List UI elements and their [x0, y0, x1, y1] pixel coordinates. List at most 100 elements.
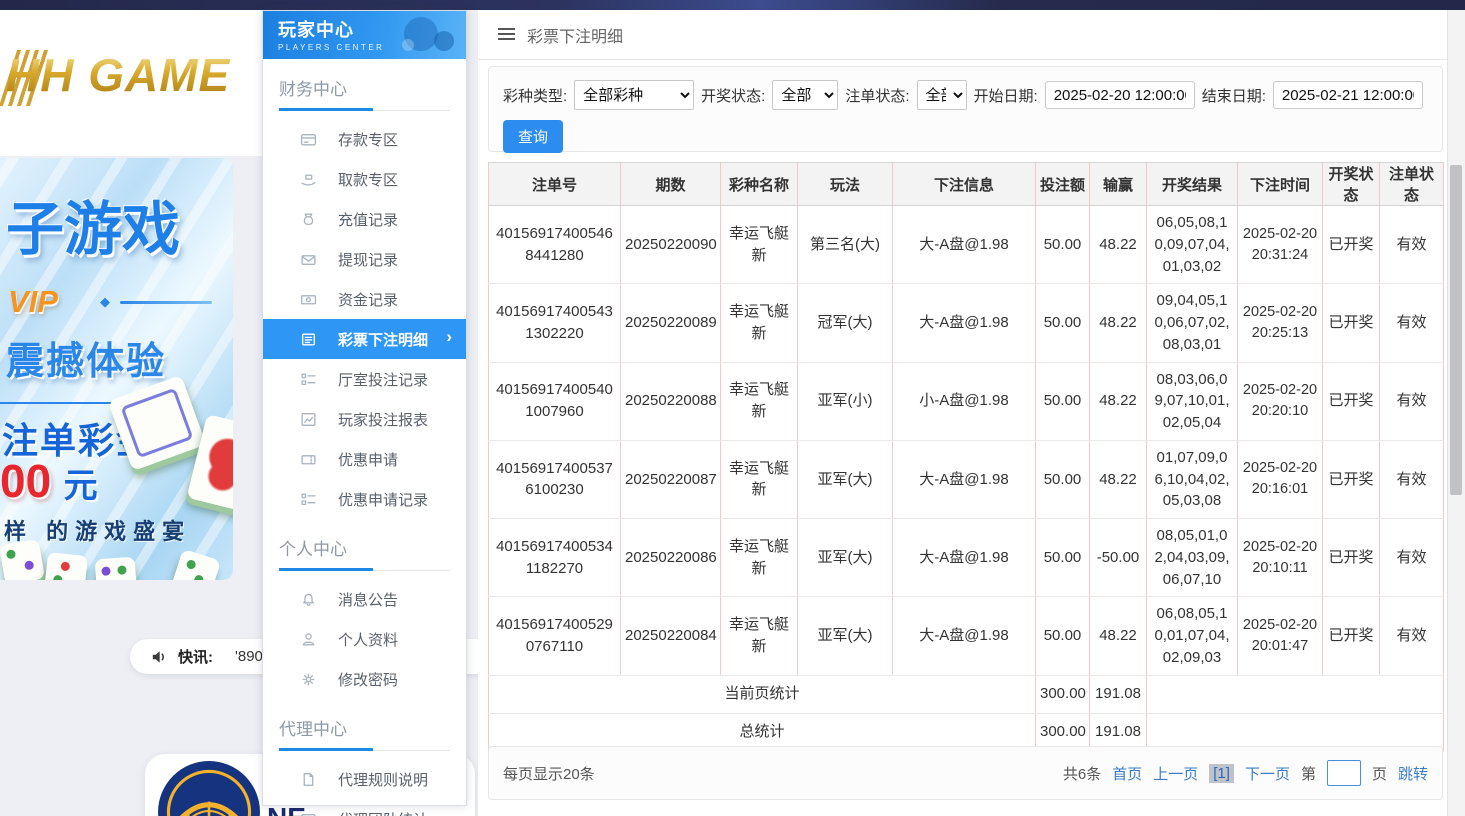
news-icon — [300, 811, 317, 816]
gear-icon — [300, 671, 317, 688]
cell-draw-status: 已开奖 — [1323, 519, 1380, 597]
sidebar-section-title: 个人中心 — [279, 535, 450, 560]
sidebar-item-messages[interactable]: 消息公告 — [263, 579, 466, 619]
table-row: 40156917400534118227020250220086幸运飞艇新亚军(… — [489, 519, 1444, 597]
brand-logo[interactable]: HH GAME — [6, 48, 230, 102]
col-header-play-type: 玩法 — [798, 163, 893, 206]
sidebar-item-funds-records[interactable]: 资金记录 — [263, 279, 466, 319]
cell-lottery-name: 幸运飞艇新 — [721, 284, 798, 362]
mahjong-tile-icon — [44, 552, 88, 580]
sidebar-item-recharge-records[interactable]: 充值记录 — [263, 199, 466, 239]
jump-prefix-label: 第 — [1301, 763, 1316, 784]
cell-bet-time: 2025-02-20 20:20:10 — [1238, 362, 1323, 440]
draw-status-select[interactable]: 全部 — [772, 80, 838, 110]
sidebar-item-promo-apply-records[interactable]: 优惠申请记录 — [263, 479, 466, 519]
banner-currency: 元 — [64, 467, 98, 505]
prev-page-link[interactable]: 上一页 — [1153, 763, 1198, 784]
cell-bet-time: 2025-02-20 20:25:13 — [1238, 284, 1323, 362]
mahjong-tile-icon — [95, 557, 138, 580]
chevron-right-icon: › — [446, 327, 452, 347]
moneybag-icon — [300, 211, 317, 228]
sidebar-item-label: 充值记录 — [338, 209, 398, 230]
jump-page-input[interactable] — [1327, 760, 1361, 786]
cell-order-id: 401569174005341182270 — [489, 519, 621, 597]
cell-order-id: 401569174005401007960 — [489, 362, 621, 440]
cell-win-loss: -50.00 — [1090, 519, 1147, 597]
order-status-select[interactable]: 全部 — [917, 80, 967, 110]
cell-bet-amount: 50.00 — [1036, 519, 1090, 597]
menu-toggle-icon[interactable] — [498, 28, 515, 41]
cell-win-loss: 48.22 — [1090, 362, 1147, 440]
page: HH GAME 子游戏 VIP ◆ 震撼体验 注单彩金 00 元 样 的游戏盛宴… — [0, 0, 1465, 816]
sidebar-item-change-password[interactable]: 修改密码 — [263, 659, 466, 699]
cell-draw-status: 已开奖 — [1323, 597, 1380, 675]
table-row: 40156917400546844128020250220090幸运飞艇新第三名… — [489, 206, 1444, 284]
promo-banner[interactable]: 子游戏 VIP ◆ 震撼体验 注单彩金 00 元 样 的游戏盛宴 — [0, 158, 233, 580]
jump-button[interactable]: 跳转 — [1398, 763, 1428, 784]
cell-lottery-name: 幸运飞艇新 — [721, 597, 798, 675]
cell-draw-result: 01,07,09,06,10,04,02,05,03,08 — [1147, 440, 1238, 518]
first-page-link[interactable]: 首页 — [1112, 763, 1142, 784]
summary-winloss-total: 191.08 — [1090, 675, 1147, 713]
cell-issue: 20250220086 — [621, 519, 721, 597]
sidebar-item-withdraw-records[interactable]: 提现记录 — [263, 239, 466, 279]
cell-bet-info: 大-A盘@1.98 — [893, 519, 1036, 597]
cell-play-type: 冠军(大) — [798, 284, 893, 362]
search-button[interactable]: 查询 — [503, 120, 563, 153]
speaker-icon — [150, 648, 168, 666]
sidebar-item-label: 优惠申请 — [338, 449, 398, 470]
table-row: 40156917400540100796020250220088幸运飞艇新亚军(… — [489, 362, 1444, 440]
start-date-input[interactable] — [1045, 81, 1195, 109]
sidebar-item-agent-rules[interactable]: 代理规则说明 — [263, 759, 466, 799]
cell-win-loss: 48.22 — [1090, 284, 1147, 362]
chart-icon — [300, 411, 317, 428]
content-header: 彩票下注明细 — [478, 10, 1465, 60]
diamond-icon: ◆ — [100, 294, 110, 310]
cell-order-status: 有效 — [1380, 597, 1444, 675]
end-date-input[interactable] — [1273, 81, 1423, 109]
sidebar-item-hall-bet-records[interactable]: 厅室投注记录 — [263, 359, 466, 399]
cell-bet-info: 大-A盘@1.98 — [893, 597, 1036, 675]
col-header-order-id: 注单号 — [489, 163, 621, 206]
section-underline — [279, 108, 450, 111]
bell-icon — [300, 591, 317, 608]
news-ticker-label: 快讯: — [178, 646, 213, 667]
order-status-label: 注单状态: — [845, 85, 909, 106]
sidebar-item-deposit-area[interactable]: 存款专区 — [263, 119, 466, 159]
cell-lottery-name: 幸运飞艇新 — [721, 519, 798, 597]
lottery-type-select[interactable]: 全部彩种 — [574, 80, 694, 110]
lottery-type-label: 彩种类型: — [503, 85, 567, 106]
table-row: 40156917400529076711020250220084幸运飞艇新亚军(… — [489, 597, 1444, 675]
scrollbar-thumb[interactable] — [1450, 165, 1462, 495]
col-header-issue: 期数 — [621, 163, 721, 206]
page-title: 彩票下注明细 — [527, 23, 623, 47]
table-row: 40156917400537610023020250220087幸运飞艇新亚军(… — [489, 440, 1444, 518]
cell-bet-amount: 50.00 — [1036, 284, 1090, 362]
cell-bet-amount: 50.00 — [1036, 362, 1090, 440]
sidebar-item-label: 优惠申请记录 — [338, 489, 428, 510]
sidebar-item-profile[interactable]: 个人资料 — [263, 619, 466, 659]
cell-issue: 20250220087 — [621, 440, 721, 518]
cell-win-loss: 48.22 — [1090, 597, 1147, 675]
sidebar-item-lottery-bet-details[interactable]: 彩票下注明细› — [263, 319, 466, 359]
top-strip — [0, 0, 1465, 10]
total-count-text: 共6条 — [1063, 763, 1101, 784]
sidebar-item-agent-team-stats[interactable]: 代理团队统计 — [263, 799, 466, 816]
cell-draw-result: 08,05,01,02,04,03,09,06,07,10 — [1147, 519, 1238, 597]
banner-amount: 00 — [0, 455, 51, 507]
sidebar-item-withdraw-area[interactable]: 取款专区 — [263, 159, 466, 199]
cell-play-type: 亚军(大) — [798, 440, 893, 518]
cell-play-type: 第三名(大) — [798, 206, 893, 284]
cell-win-loss: 48.22 — [1090, 440, 1147, 518]
next-page-link[interactable]: 下一页 — [1245, 763, 1290, 784]
cell-draw-result: 08,03,06,09,07,10,01,02,05,04 — [1147, 362, 1238, 440]
sidebar-item-promo-apply[interactable]: 优惠申请 — [263, 439, 466, 479]
pagination-bar: 每页显示20条 共6条 首页 上一页 [1] 下一页 第 页 跳转 — [488, 746, 1443, 800]
cell-draw-status: 已开奖 — [1323, 206, 1380, 284]
cell-order-id: 401569174005376100230 — [489, 440, 621, 518]
cell-play-type: 亚军(小) — [798, 362, 893, 440]
cell-bet-time: 2025-02-20 20:01:47 — [1238, 597, 1323, 675]
vertical-scrollbar[interactable] — [1447, 10, 1465, 816]
cell-issue: 20250220089 — [621, 284, 721, 362]
sidebar-item-player-bet-report[interactable]: 玩家投注报表 — [263, 399, 466, 439]
